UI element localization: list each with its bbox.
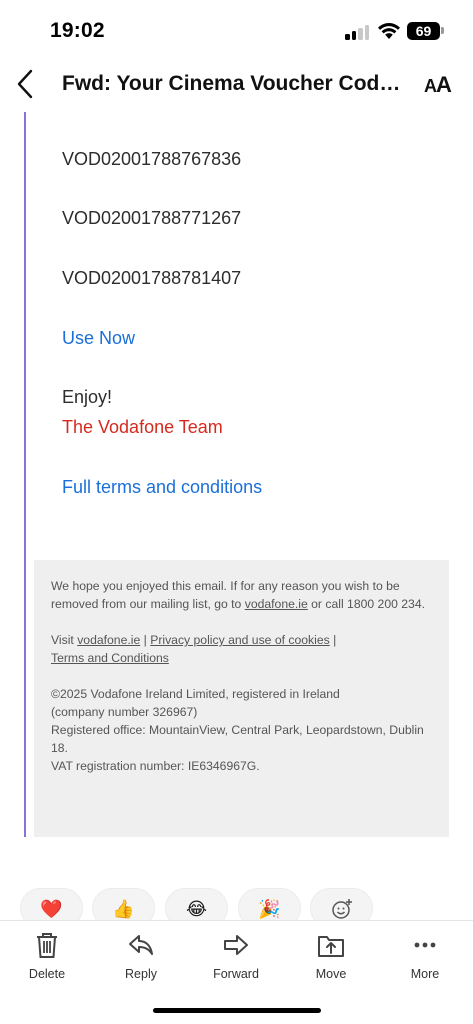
reply-label: Reply: [125, 967, 157, 981]
status-bar: 19:02 69: [0, 0, 473, 60]
legal-text: ©2025 Vodafone Ireland Limited, register…: [51, 685, 431, 775]
home-indicator[interactable]: [153, 1008, 321, 1013]
separator: |: [329, 633, 337, 647]
back-chevron-icon[interactable]: [14, 68, 38, 100]
move-label: Move: [315, 967, 347, 981]
unsubscribe-text: We hope you enjoyed this email. If for a…: [51, 577, 431, 613]
vodafone-link[interactable]: vodafone.ie: [245, 597, 308, 611]
more-label: More: [410, 967, 440, 981]
reply-button[interactable]: Reply: [106, 931, 176, 981]
add-reaction-icon: [331, 899, 352, 919]
voucher-code: VOD02001788781407: [62, 268, 242, 288]
status-time: 19:02: [50, 19, 105, 42]
text-size-icon[interactable]: AA: [424, 72, 452, 98]
visit-text: Visit: [51, 633, 78, 647]
use-now-link[interactable]: Use Now: [62, 328, 135, 349]
voucher-code: VOD02001788767836: [62, 149, 242, 169]
visit-links: Visit vodafone.ie | Privacy policy and u…: [51, 631, 431, 667]
trash-icon: [37, 933, 57, 958]
forward-label: Forward: [213, 967, 259, 981]
email-footer: We hope you enjoyed this email. If for a…: [34, 560, 449, 837]
battery-icon: 69: [407, 22, 440, 40]
forward-arrow-icon: [224, 935, 248, 955]
move-button[interactable]: Move: [296, 931, 366, 981]
battery-tip: [441, 27, 444, 34]
reaction-bar: ❤️ 👍 😂 🎉: [0, 888, 473, 928]
move-folder-icon: [318, 936, 344, 957]
email-subject: Fwd: Your Cinema Voucher Code...: [62, 72, 407, 95]
forward-quote-bar: [24, 112, 26, 837]
separator: |: [140, 633, 151, 647]
terms-conditions-link[interactable]: Terms and Conditions: [51, 651, 169, 665]
vodafone-site-link[interactable]: vodafone.ie: [77, 633, 140, 647]
delete-label: Delete: [28, 967, 66, 981]
privacy-policy-link[interactable]: Privacy policy and use of cookies: [150, 633, 330, 647]
cellular-signal-icon: [345, 24, 371, 40]
unsubscribe-post-text: or call 1800 200 234.: [307, 597, 425, 611]
more-button[interactable]: More: [390, 931, 460, 981]
wifi-icon: [378, 23, 400, 39]
email-header: Fwd: Your Cinema Voucher Code... AA: [0, 60, 473, 110]
voucher-code: VOD02001788771267: [62, 208, 242, 228]
vat-text: VAT registration number: IE6346967G.: [51, 759, 260, 773]
signature-text: The Vodafone Team: [62, 417, 223, 437]
more-dots-icon: [414, 942, 436, 948]
company-number-text: (company number 326967): [51, 705, 198, 719]
full-terms-link[interactable]: Full terms and conditions: [62, 477, 262, 498]
delete-button[interactable]: Delete: [12, 931, 82, 981]
copyright-text: ©2025 Vodafone Ireland Limited, register…: [51, 687, 340, 701]
registered-office-text: Registered office: MountainView, Central…: [51, 723, 424, 755]
enjoy-text: Enjoy!: [62, 387, 113, 407]
reply-icon: [129, 935, 153, 955]
forward-button[interactable]: Forward: [201, 931, 271, 981]
